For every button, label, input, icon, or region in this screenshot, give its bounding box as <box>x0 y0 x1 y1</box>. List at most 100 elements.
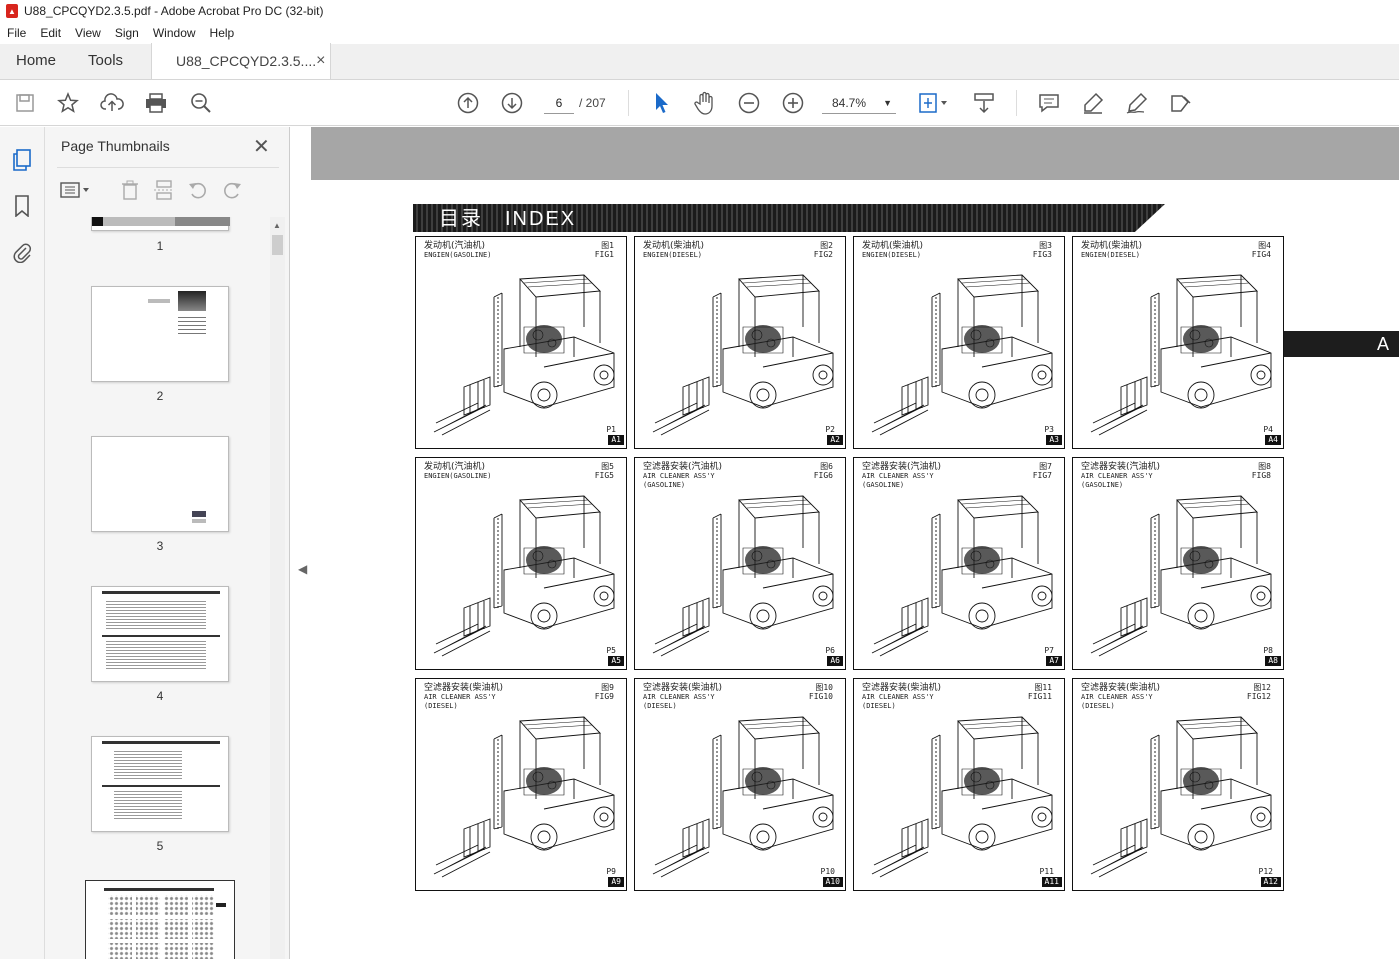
save-icon[interactable] <box>13 91 37 115</box>
bookmark-icon[interactable] <box>11 195 33 217</box>
menu-help[interactable]: Help <box>203 26 242 40</box>
figure-cell: 发动机(汽油机) ENGIEN(GASOLINE) 图5 FIG5 P5 A5 <box>415 457 627 670</box>
panel-title: Page Thumbnails <box>61 138 170 154</box>
scroll-mode-icon[interactable] <box>972 91 996 115</box>
figure-page: P6 <box>825 646 835 655</box>
figure-page: P10 <box>820 867 835 876</box>
thumbnail-page-1[interactable] <box>91 217 230 231</box>
figure-title-en: AIR CLEANER ASS'Y (GASOLINE) <box>862 472 934 489</box>
menu-edit[interactable]: Edit <box>33 26 68 40</box>
forklift-illustration <box>871 495 1053 657</box>
figure-code: A5 <box>608 656 624 666</box>
figure-number: 图7 FIG7 <box>1032 462 1052 480</box>
figure-title-cn: 发动机(汽油机) <box>424 462 486 472</box>
tab-home[interactable]: Home <box>0 43 72 79</box>
figure-code: A2 <box>827 435 843 445</box>
index-banner: 目录 INDEX <box>413 204 1165 232</box>
rotate-left-icon[interactable] <box>187 179 209 201</box>
bookmark-star-icon[interactable] <box>56 91 80 115</box>
document-viewport[interactable]: 目录 INDEX A 发动机(汽油机) ENGIEN(GASOLINE) 图1 … <box>311 127 1399 959</box>
thumbnail-page-3[interactable] <box>91 436 229 532</box>
thumbnail-options-icon[interactable] <box>59 179 93 201</box>
extract-page-icon[interactable] <box>153 179 175 201</box>
scroll-up-icon[interactable]: ▲ <box>273 221 281 230</box>
tab-close-icon[interactable]: × <box>316 52 325 70</box>
rotate-right-icon[interactable] <box>221 179 243 201</box>
zoom-in-icon[interactable] <box>781 91 805 115</box>
figure-cell: 发动机(柴油机) ENGIEN(DIESEL) 图3 FIG3 P3 A3 <box>853 236 1065 449</box>
figure-cell: 发动机(汽油机) ENGIEN(GASOLINE) 图1 FIG1 P1 A1 <box>415 236 627 449</box>
figure-number: 图11 FIG11 <box>1027 683 1052 701</box>
thumbnail-scrollbar[interactable]: ▲ <box>270 217 285 959</box>
delete-page-icon[interactable] <box>119 179 141 201</box>
page-up-icon[interactable] <box>456 91 480 115</box>
thumbnail-label: 3 <box>156 539 164 553</box>
sign-icon[interactable] <box>1125 91 1149 115</box>
tab-document-label: U88_CPCQYD2.3.5.... <box>176 53 317 69</box>
figure-page: P12 <box>1258 867 1273 876</box>
thumbnail-page-6-selected[interactable] <box>85 880 235 959</box>
panel-divider <box>57 167 279 168</box>
figure-title-cn: 空滤器安装(柴油机) <box>643 683 723 693</box>
menu-view[interactable]: View <box>68 26 108 40</box>
scrollbar-thumb[interactable] <box>272 235 283 255</box>
fit-page-icon[interactable] <box>917 91 951 115</box>
hand-icon[interactable] <box>693 91 717 115</box>
menu-bar: File Edit View Sign Window Help <box>0 22 1399 44</box>
section-tab: A <box>1283 331 1399 357</box>
collapse-panel-icon[interactable]: ◀ <box>298 562 307 576</box>
zoom-search-icon[interactable] <box>189 91 213 115</box>
menu-sign[interactable]: Sign <box>108 26 146 40</box>
menu-window[interactable]: Window <box>146 26 203 40</box>
thumbnail-list: 1 2 3 4 5 <box>45 217 275 959</box>
figure-title-cn: 空滤器安装(汽油机) <box>643 462 723 472</box>
page-thumbnails-icon[interactable] <box>11 149 33 171</box>
figure-title-cn: 发动机(柴油机) <box>1081 241 1143 251</box>
thumbnail-page-4[interactable] <box>91 586 229 682</box>
close-icon[interactable]: ✕ <box>253 134 270 159</box>
figure-cell: 发动机(柴油机) ENGIEN(DIESEL) 图2 FIG2 P2 A2 <box>634 236 846 449</box>
figure-number: 图4 FIG4 <box>1251 241 1271 259</box>
fill-sign-icon[interactable] <box>1169 91 1193 115</box>
figure-title-cn: 发动机(汽油机) <box>424 241 486 251</box>
forklift-illustration <box>652 274 834 436</box>
thumbnail-label: 1 <box>156 239 164 253</box>
forklift-illustration <box>652 495 834 657</box>
page-number-input[interactable]: 6 <box>544 92 574 114</box>
page-down-icon[interactable] <box>500 91 524 115</box>
pdf-page: 目录 INDEX A 发动机(汽油机) ENGIEN(GASOLINE) 图1 … <box>311 180 1399 959</box>
menu-file[interactable]: File <box>0 26 33 40</box>
zoom-out-icon[interactable] <box>737 91 761 115</box>
figure-cell: 空滤器安装(柴油机) AIR CLEANER ASS'Y (DIESEL) 图1… <box>1072 678 1284 891</box>
figure-number: 图10 FIG10 <box>808 683 833 701</box>
figure-page: P3 <box>1044 425 1054 434</box>
thumbnail-page-5[interactable] <box>91 736 229 832</box>
forklift-illustration <box>1090 274 1272 436</box>
forklift-illustration <box>433 716 615 878</box>
attachment-icon[interactable] <box>11 241 33 263</box>
figure-title-en: AIR CLEANER ASS'Y (DIESEL) <box>424 693 496 710</box>
forklift-illustration <box>1090 495 1272 657</box>
toolbar-divider <box>1016 90 1017 116</box>
figure-title-en: AIR CLEANER ASS'Y (DIESEL) <box>862 693 934 710</box>
highlight-icon[interactable] <box>1081 91 1105 115</box>
thumbnail-page-2[interactable] <box>91 286 229 382</box>
window-titlebar: ▲ U88_CPCQYD2.3.5.pdf - Adobe Acrobat Pr… <box>0 0 1399 22</box>
figure-cell: 空滤器安装(汽油机) AIR CLEANER ASS'Y (GASOLINE) … <box>1072 457 1284 670</box>
figure-page: P8 <box>1263 646 1273 655</box>
figure-code: A10 <box>822 877 843 887</box>
tab-bar: Home Tools U88_CPCQYD2.3.5.... × <box>0 43 1399 80</box>
figure-cell: 空滤器安装(汽油机) AIR CLEANER ASS'Y (GASOLINE) … <box>634 457 846 670</box>
tab-document[interactable]: U88_CPCQYD2.3.5.... × <box>151 43 332 79</box>
figure-cell: 空滤器安装(柴油机) AIR CLEANER ASS'Y (DIESEL) 图1… <box>634 678 846 891</box>
zoom-level-select[interactable]: 84.7% ▼ <box>822 92 896 114</box>
figure-page: P4 <box>1263 425 1273 434</box>
figure-title-cn: 空滤器安装(柴油机) <box>862 683 942 693</box>
figure-code: A1 <box>608 435 624 445</box>
cloud-upload-icon[interactable] <box>100 91 124 115</box>
cursor-icon[interactable] <box>649 91 673 115</box>
print-icon[interactable] <box>144 91 168 115</box>
tab-tools[interactable]: Tools <box>72 43 139 79</box>
comment-icon[interactable] <box>1037 91 1061 115</box>
zoom-level-value: 84.7% <box>832 96 867 110</box>
